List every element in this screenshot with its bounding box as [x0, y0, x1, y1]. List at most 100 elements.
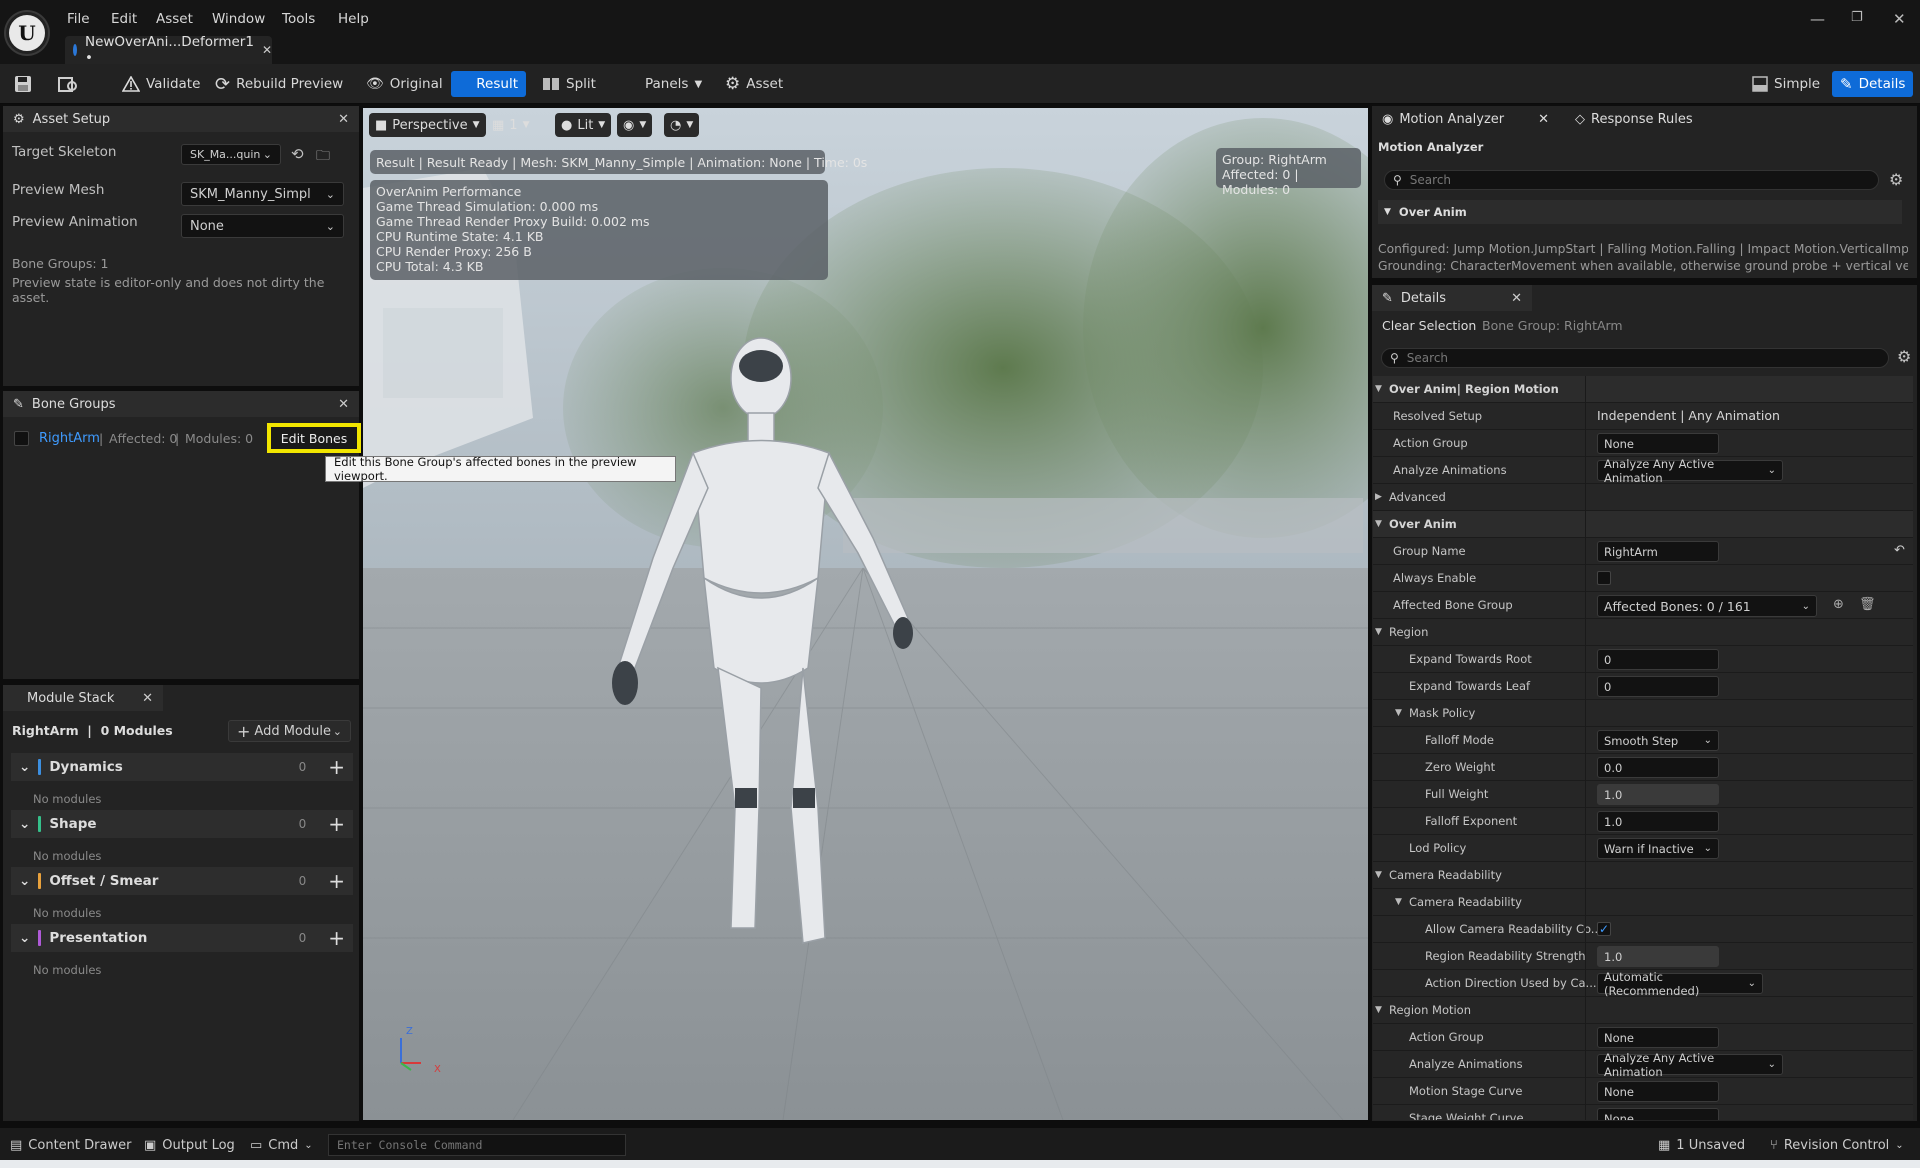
property-dropdown[interactable]: Warn if Inactive ⌄	[1597, 838, 1719, 859]
cmd-label: Cmd	[268, 1138, 299, 1153]
details-row[interactable]: ▶ Advanced	[1373, 484, 1913, 511]
property-value-field[interactable]: 1.0	[1597, 946, 1719, 967]
property-dropdown[interactable]: Analyze Any Active Animation ⌄	[1597, 1051, 1783, 1079]
details-row: Action Group None	[1373, 1024, 1913, 1051]
property-value-field[interactable]: 1.0	[1597, 811, 1719, 832]
property-label: Action Group	[1409, 1030, 1484, 1044]
property-value: 1.0	[1604, 814, 1623, 829]
details-row[interactable]: ▼ Over Anim	[1373, 511, 1913, 538]
details-row: Region Readability Strength 1.0	[1373, 943, 1913, 970]
property-dropdown[interactable]: Automatic (Recommended) ⌄	[1597, 970, 1763, 998]
details-row: Lod Policy Warn if Inactive ⌄	[1373, 835, 1913, 862]
revision-control-button[interactable]: ⑂ Revision Control ⌄	[1770, 1138, 1904, 1153]
chevron-down-icon[interactable]: ▼	[1375, 1005, 1382, 1015]
property-value-field[interactable]: 1.0	[1597, 784, 1719, 805]
property-label: Resolved Setup	[1393, 409, 1483, 423]
property-label: Camera Readability	[1389, 868, 1502, 882]
property-value: None	[1604, 1030, 1635, 1045]
property-value: Independent | Any Animation	[1597, 408, 1780, 423]
chevron-down-icon[interactable]: ▼	[1375, 627, 1382, 637]
property-label: Group Name	[1393, 544, 1466, 558]
details-row: Analyze Animations Analyze Any Active Ani…	[1373, 457, 1913, 485]
property-label: Always Enable	[1393, 571, 1477, 585]
property-value-field[interactable]: None	[1597, 1108, 1719, 1120]
property-value: 1.0	[1604, 949, 1623, 964]
chevron-right-icon[interactable]: ▶	[1375, 492, 1382, 502]
property-value-field[interactable]: None	[1597, 433, 1719, 454]
property-dropdown[interactable]: Smooth Step ⌄	[1597, 730, 1719, 751]
property-label: Region Readability Strength	[1425, 949, 1586, 963]
chevron-down-icon[interactable]: ▼	[1395, 897, 1402, 907]
details-row[interactable]: ▼ Camera Readability	[1373, 889, 1913, 916]
property-label: Region	[1389, 625, 1429, 639]
property-label: Zero Weight	[1425, 760, 1496, 774]
property-dropdown[interactable]: Analyze Any Active Animation ⌄	[1597, 457, 1783, 485]
property-dropdown[interactable]: Affected Bones: 0 / 161 ⌄	[1597, 595, 1817, 617]
property-label: Analyze Animations	[1409, 1057, 1523, 1071]
trash-icon[interactable]: 🗑	[1859, 597, 1876, 612]
details-row: Affected Bone Group Affected Bones: 0 / 1…	[1373, 592, 1913, 619]
property-value: Analyze Any Active Animation	[1604, 456, 1715, 485]
property-value: None	[1604, 1084, 1635, 1099]
property-value: Smooth Step	[1604, 733, 1679, 748]
property-label: Falloff Exponent	[1425, 814, 1518, 828]
details-row: Always Enable	[1373, 565, 1913, 592]
chevron-down-icon[interactable]: ▼	[1375, 870, 1382, 880]
reset-to-default-icon[interactable]: ↶	[1894, 543, 1905, 558]
property-checkbox[interactable]: ✓	[1597, 922, 1611, 936]
property-value-field[interactable]: 0	[1597, 649, 1719, 670]
unsaved-button[interactable]: ▦ 1 Unsaved	[1658, 1138, 1745, 1153]
property-value-field[interactable]: 0.0	[1597, 757, 1719, 778]
property-label: Lod Policy	[1409, 841, 1467, 855]
property-label: Stage Weight Curve	[1409, 1111, 1524, 1120]
cmd-dropdown[interactable]: ▭ Cmd ⌄	[250, 1138, 313, 1153]
property-label: Analyze Animations	[1393, 463, 1507, 477]
log-icon: ▣	[144, 1138, 157, 1153]
property-label: Allow Camera Readability Co...	[1425, 922, 1602, 936]
console-command-input[interactable]	[328, 1134, 626, 1156]
property-value: Automatic (Recommended)	[1604, 969, 1700, 998]
chevron-down-icon: ⌄	[304, 1140, 313, 1151]
details-row: Action Direction Used by Ca... Automatic …	[1373, 970, 1913, 998]
chevron-down-icon[interactable]: ▼	[1375, 519, 1382, 529]
details-row: Action Group None	[1373, 430, 1913, 457]
property-checkbox[interactable]	[1597, 571, 1611, 585]
content-drawer-button[interactable]: ▤ Content Drawer	[10, 1138, 131, 1153]
property-value: 0.0	[1604, 760, 1623, 775]
property-value-field[interactable]: None	[1597, 1081, 1719, 1102]
property-value: 1.0	[1604, 787, 1623, 802]
drawer-icon: ▤	[10, 1138, 23, 1153]
property-label: Over Anim	[1389, 517, 1457, 531]
property-label: Advanced	[1389, 490, 1446, 504]
chevron-down-icon[interactable]: ▼	[1395, 708, 1402, 718]
chevron-down-icon: ⌄	[1767, 465, 1776, 476]
details-row[interactable]: ▼ Region	[1373, 619, 1913, 646]
chevron-down-icon: ⌄	[1801, 600, 1810, 612]
output-log-label: Output Log	[162, 1138, 235, 1153]
property-label: Action Group	[1393, 436, 1468, 450]
chevron-down-icon[interactable]: ▼	[1375, 384, 1382, 394]
details-row[interactable]: ▼ Mask Policy	[1373, 700, 1913, 727]
details-row[interactable]: ▼ Over Anim| Region Motion	[1373, 376, 1913, 403]
details-column-divider	[1585, 376, 1586, 1120]
property-value-field[interactable]: 0	[1597, 676, 1719, 697]
property-label: Affected Bone Group	[1393, 598, 1513, 612]
property-label: Expand Towards Root	[1409, 652, 1532, 666]
add-icon[interactable]: ⊕	[1833, 597, 1844, 612]
details-row: Zero Weight 0.0	[1373, 754, 1913, 781]
details-row[interactable]: ▼ Camera Readability	[1373, 862, 1913, 889]
details-row[interactable]: ▼ Region Motion	[1373, 997, 1913, 1024]
property-value-field[interactable]: None	[1597, 1027, 1719, 1048]
output-log-button[interactable]: ▣ Output Log	[144, 1138, 235, 1153]
details-row: Allow Camera Readability Co... ✓	[1373, 916, 1913, 943]
property-value-field[interactable]: RightArm	[1597, 541, 1719, 562]
chevron-down-icon: ⌄	[1767, 1059, 1776, 1070]
details-row: Expand Towards Root 0	[1373, 646, 1913, 673]
property-value: RightArm	[1604, 544, 1658, 559]
file-icon: ▦	[1658, 1138, 1671, 1153]
details-row: Full Weight 1.0	[1373, 781, 1913, 808]
chevron-down-icon: ⌄	[1703, 735, 1712, 746]
property-label: Over Anim| Region Motion	[1389, 382, 1559, 396]
property-value: Warn if Inactive	[1604, 841, 1694, 856]
property-label: Action Direction Used by Ca...	[1425, 976, 1597, 990]
